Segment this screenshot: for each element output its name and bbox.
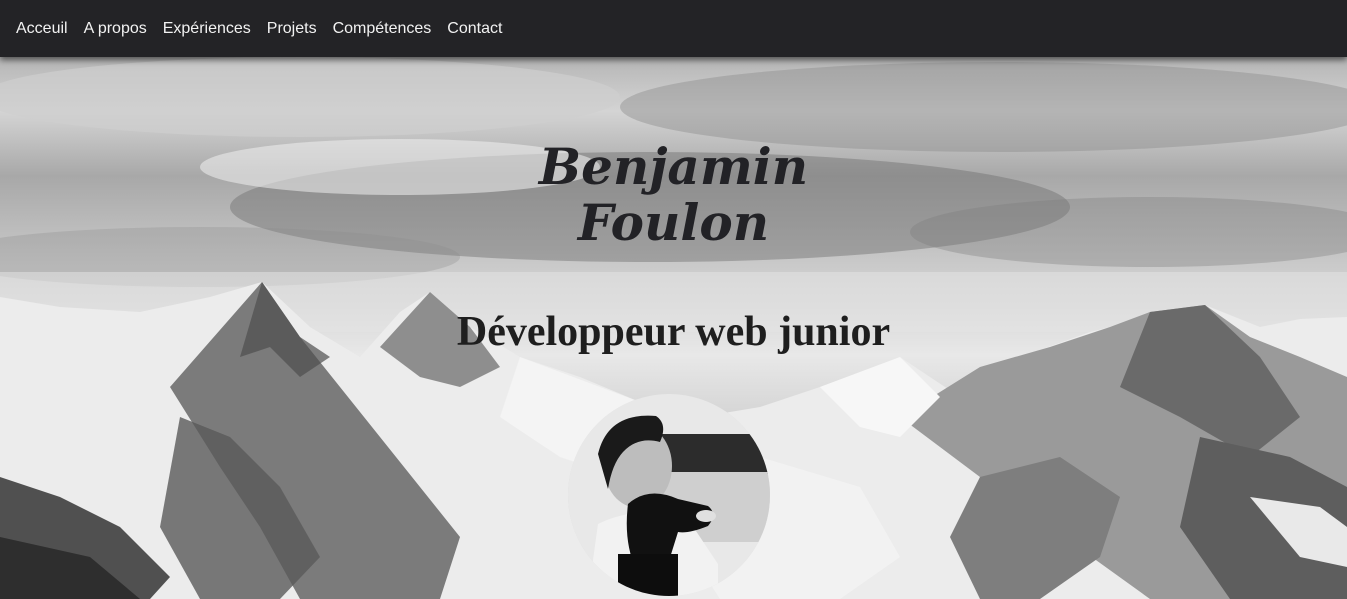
profile-avatar — [568, 394, 770, 596]
hero-section: Benjamin Foulon Développeur web junior — [0, 57, 1347, 599]
main-navbar: Acceuil A propos Expériences Projets Com… — [0, 0, 1347, 57]
nav-link-acceuil[interactable]: Acceuil — [16, 0, 68, 57]
nav-link-competences[interactable]: Compétences — [333, 0, 432, 57]
hero-name-line1: Benjamin — [538, 137, 809, 196]
nav-link-projets[interactable]: Projets — [267, 0, 317, 57]
hero-subtitle: Développeur web junior — [456, 309, 891, 355]
nav-link-a-propos[interactable]: A propos — [84, 0, 147, 57]
hero-name-title: Benjamin Foulon — [0, 139, 1347, 251]
nav-link-contact[interactable]: Contact — [447, 0, 502, 57]
profile-photo-image — [568, 394, 770, 596]
hero-name-line2: Foulon — [577, 193, 770, 252]
nav-link-experiences[interactable]: Expériences — [163, 0, 251, 57]
